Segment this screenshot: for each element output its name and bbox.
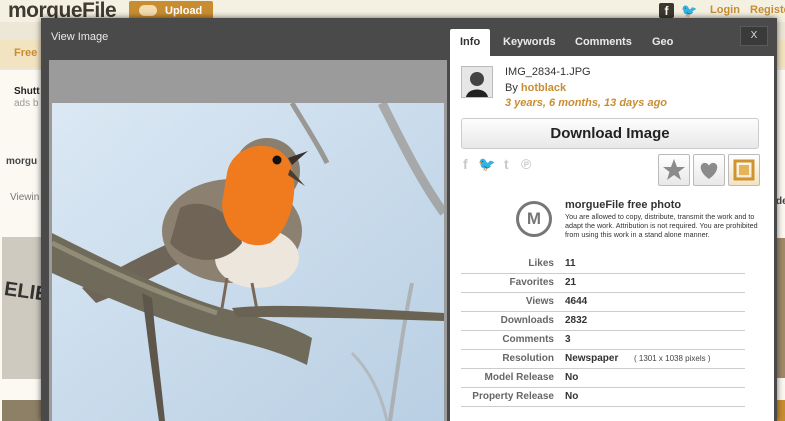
stat-row-downloads: Downloads 2832 — [461, 312, 745, 331]
by-label: By — [505, 82, 518, 94]
tumblr-icon[interactable]: t — [504, 156, 509, 172]
author-line: By hotblack — [505, 82, 566, 94]
stat-row-property-release: Property Release No — [461, 388, 745, 407]
download-image-button[interactable]: Download Image — [461, 118, 759, 149]
stat-label: Downloads — [500, 315, 554, 326]
upload-age: 3 years, 6 months, 13 days ago — [505, 97, 668, 109]
cloud-upload-icon — [139, 5, 157, 16]
license-text: You are allowed to copy, distribute, tra… — [565, 212, 758, 239]
resolution-pixels: ( 1301 x 1038 pixels ) — [634, 354, 711, 363]
nav-free[interactable]: Free — [14, 47, 37, 59]
author-avatar[interactable] — [461, 66, 493, 98]
info-panel: IMG_2834-1.JPG By hotblack 3 years, 6 mo… — [450, 56, 774, 421]
stat-label: Likes — [528, 258, 554, 269]
lightbox-button[interactable] — [728, 154, 760, 186]
robin-photo-illustration — [52, 103, 444, 421]
tab-keywords[interactable]: Keywords — [493, 29, 566, 56]
tab-geo[interactable]: Geo — [642, 29, 683, 56]
stat-label: Favorites — [509, 277, 554, 288]
bg-morgue-text: morgu — [6, 156, 38, 167]
bg-ads-text: ads b — [14, 98, 39, 109]
morguefile-license-logo: M — [516, 201, 552, 237]
stat-value: 2832 — [565, 315, 588, 326]
login-link[interactable]: Login — [710, 4, 740, 16]
bg-viewing-text: Viewin — [10, 192, 40, 203]
stat-row-comments: Comments 3 — [461, 331, 745, 350]
stat-row-views: Views 4644 — [461, 293, 745, 312]
close-button[interactable]: X — [740, 26, 768, 46]
twitter-icon[interactable]: 🐦 — [478, 156, 495, 173]
heart-icon — [700, 162, 718, 179]
stat-row-favorites: Favorites 21 — [461, 274, 745, 293]
twitter-icon[interactable]: 🐦 — [681, 3, 699, 18]
stat-label: Model Release — [484, 372, 554, 383]
stat-label: Resolution — [502, 353, 554, 364]
bg-right-text: de — [776, 196, 785, 207]
stat-row-resolution: Resolution Newspaper ( 1301 x 1038 pixel… — [461, 350, 745, 369]
star-icon — [663, 159, 685, 180]
pinterest-icon[interactable]: ℗ — [521, 156, 531, 172]
stat-value: 11 — [565, 258, 576, 269]
stat-value: No — [565, 372, 579, 383]
stat-label: Property Release — [472, 391, 554, 402]
author-link[interactable]: hotblack — [521, 82, 566, 94]
frame-icon — [733, 159, 755, 181]
stat-value: Newspaper — [565, 353, 619, 364]
image-viewer — [49, 60, 447, 421]
license-title: morgueFile free photo — [565, 199, 682, 211]
favorite-button[interactable] — [658, 154, 690, 186]
stat-label: Comments — [502, 334, 554, 345]
image-filename: IMG_2834-1.JPG — [505, 66, 591, 78]
stat-value: No — [565, 391, 579, 402]
register-link[interactable]: Registe — [750, 4, 785, 16]
tab-info[interactable]: Info — [450, 29, 491, 56]
bg-thumbnail[interactable] — [2, 400, 41, 421]
stat-value: 21 — [565, 277, 577, 288]
facebook-icon[interactable]: f — [659, 3, 674, 18]
stat-value: 4644 — [565, 296, 588, 307]
bg-thumbnail[interactable] — [777, 400, 785, 421]
stat-row-model-release: Model Release No — [461, 369, 745, 388]
like-button[interactable] — [693, 154, 725, 186]
stat-label: Views — [525, 296, 554, 307]
facebook-icon[interactable]: f — [463, 156, 468, 172]
view-image-modal: View Image X Info Keywords Comments Geo … — [41, 18, 777, 421]
stat-row-likes: Likes 11 — [461, 255, 745, 274]
bg-thumbnail[interactable] — [777, 238, 785, 378]
tab-comments[interactable]: Comments — [565, 29, 642, 56]
photo-robin[interactable] — [52, 103, 444, 421]
bg-shutterstock-text: Shutt — [14, 86, 40, 97]
stat-value: 3 — [565, 334, 571, 345]
avatar-image — [462, 67, 492, 97]
modal-title: View Image — [51, 31, 109, 43]
bg-thumbnail[interactable]: ELIE — [2, 237, 50, 379]
